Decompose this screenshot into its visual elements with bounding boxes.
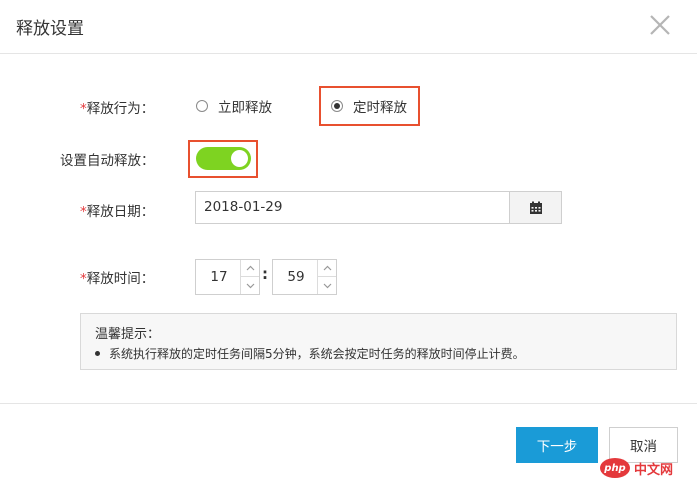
auto-release-toggle[interactable]	[196, 147, 251, 170]
dialog-header: 释放设置	[0, 0, 697, 54]
hour-arrows	[240, 260, 259, 294]
radio-immediate-release[interactable]: 立即释放	[196, 96, 272, 116]
calendar-button[interactable]	[509, 191, 562, 224]
hour-up-button[interactable]	[241, 260, 259, 277]
watermark-text: 中文网	[634, 462, 674, 478]
chevron-up-icon	[323, 265, 331, 271]
hour-down-button[interactable]	[241, 277, 259, 294]
watermark: php 中文网	[600, 456, 690, 480]
next-step-button[interactable]: 下一步	[516, 427, 598, 463]
radio-circle-checked[interactable]	[331, 100, 343, 112]
minute-up-button[interactable]	[318, 260, 336, 277]
radio-scheduled-release[interactable]: 定时释放	[331, 96, 407, 116]
minute-stepper[interactable]: 59	[272, 259, 337, 295]
php-logo: php	[600, 458, 630, 478]
hour-stepper[interactable]: 17	[195, 259, 260, 295]
auto-release-label: 设置自动释放：	[60, 153, 155, 169]
minute-down-button[interactable]	[318, 277, 336, 294]
release-settings-dialog: 释放设置 *释放行为： 立即释放 定时释放 设置自动释放： *释放日期： 201…	[0, 0, 697, 484]
notice-box: 温馨提示： 系统执行释放的定时任务间隔5分钟，系统会按定时任务的释放时间停止计费…	[80, 313, 677, 370]
close-icon[interactable]	[649, 14, 671, 36]
notice-item-text: 系统执行释放的定时任务间隔5分钟，系统会按定时任务的释放时间停止计费。	[109, 347, 525, 361]
calendar-icon	[529, 201, 542, 214]
time-separator: :	[262, 265, 268, 283]
required-mark: *	[80, 101, 87, 117]
dialog-title: 释放设置	[16, 19, 84, 39]
radio-label: 立即释放	[218, 100, 272, 116]
minute-value[interactable]: 59	[273, 260, 319, 294]
release-date-input[interactable]: 2018-01-29	[195, 191, 510, 224]
footer-divider	[0, 403, 697, 404]
toggle-knob	[231, 150, 248, 167]
hour-value[interactable]: 17	[196, 260, 242, 294]
required-mark: *	[80, 204, 87, 220]
chevron-up-icon	[246, 265, 254, 271]
radio-circle[interactable]	[196, 100, 208, 112]
release-time-label: *释放时间：	[80, 271, 155, 287]
notice-title: 温馨提示：	[95, 327, 161, 342]
chevron-down-icon	[323, 283, 331, 288]
release-date-label: *释放日期：	[80, 204, 155, 220]
radio-label: 定时释放	[353, 100, 407, 116]
notice-item: 系统执行释放的定时任务间隔5分钟，系统会按定时任务的释放时间停止计费。	[95, 345, 525, 362]
required-mark: *	[80, 271, 87, 287]
bullet-icon	[95, 351, 100, 356]
chevron-down-icon	[246, 283, 254, 288]
release-action-label: *释放行为：	[80, 101, 155, 117]
minute-arrows	[317, 260, 336, 294]
